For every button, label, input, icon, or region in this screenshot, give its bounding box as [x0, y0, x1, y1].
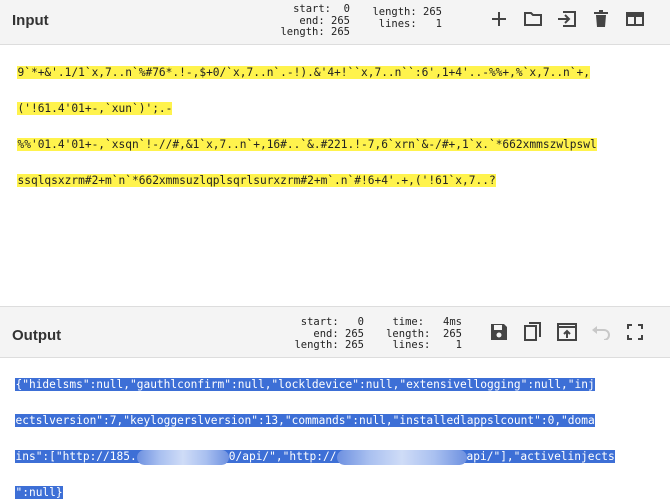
undo-button[interactable]: [584, 317, 618, 347]
input-length-value: 265: [423, 6, 442, 18]
input-line-3: %%'01.4'01+-,`xsqn`!-//#,&1`x,7..n`+,16#…: [17, 138, 597, 151]
import-file-icon: [558, 11, 576, 27]
input-start-label: start:: [293, 3, 332, 15]
input-lines-label: lines:: [378, 17, 417, 30]
open-file-button[interactable]: [550, 4, 584, 34]
input-sel-length-label: length:: [280, 26, 325, 38]
output-start-value: 0: [357, 316, 364, 328]
output-stats-right: time: 4ms length: 265 lines: 1: [382, 316, 462, 352]
redacted-domain-blur: [336, 449, 467, 465]
input-line-2: ('!61.4'01+-,`xun`)';.-: [17, 102, 173, 115]
input-textarea[interactable]: 9`*+&'.1/1`x,7..n`%#76*.!-,$+0/`x,7..n`.…: [0, 46, 670, 190]
open-folder-button[interactable]: [516, 4, 550, 34]
output-time-label: time:: [392, 316, 425, 328]
input-start-value: 0: [343, 3, 350, 15]
output-length2-value: 265: [443, 327, 462, 340]
output-end-value: 265: [345, 327, 364, 340]
output-length-value: 265: [345, 339, 364, 351]
input-end-value: 265: [331, 14, 350, 27]
output-lines-value: 1: [455, 339, 462, 351]
input-line-1: 9`*+&'.1/1`x,7..n`%#76*.!-,$+0/`x,7..n`.…: [17, 66, 590, 79]
copy-output-button[interactable]: [516, 317, 550, 347]
output-toolbar: [482, 317, 652, 347]
input-line-4: ssqlqsxzrm#2+m`n`*662xmmsuzlqplsqrlsurxz…: [17, 174, 496, 187]
input-stats-left: start: 0 end: 265 length: 265: [278, 3, 350, 39]
output-line-4: ":null}: [15, 486, 63, 499]
output-time-value: 4ms: [443, 316, 462, 328]
layout-icon: [626, 12, 644, 26]
output-lines-label: lines:: [392, 339, 431, 351]
input-toolbar: [482, 4, 652, 34]
input-lines-value: 1: [435, 17, 442, 30]
save-icon: [491, 324, 507, 340]
output-textarea[interactable]: {"hidelsms":null,"gauthlconfirm":null,"l…: [0, 358, 670, 502]
trash-icon: [594, 10, 608, 27]
input-panel-header: Input start: 0 end: 265 length: 265 leng…: [0, 0, 670, 45]
output-end-label: end:: [313, 327, 339, 340]
maximize-output-button[interactable]: [618, 317, 652, 347]
plus-icon: [492, 12, 506, 26]
output-panel-header: Output start: 0 end: 265 length: 265 tim…: [0, 306, 670, 358]
input-end-label: end:: [299, 14, 325, 27]
input-length-label: length:: [372, 6, 417, 18]
output-line-2: ectslversion":7,"keyloggerslversion":13,…: [15, 414, 595, 427]
reset-layout-button[interactable]: [618, 4, 652, 34]
output-length-label: length:: [294, 339, 339, 351]
maximize-icon: [627, 324, 643, 340]
undo-icon: [592, 326, 610, 340]
add-input-tab-button[interactable]: [482, 4, 516, 34]
redacted-ip-blur: [136, 449, 229, 465]
input-sel-length-value: 265: [331, 26, 350, 38]
output-line-1: {"hidelsms":null,"gauthlconfirm":null,"l…: [15, 378, 595, 391]
output-stats-left: start: 0 end: 265 length: 265: [278, 316, 364, 352]
replace-input-icon: [557, 323, 577, 341]
output-line-3-part-a: ins":["http://185.: [15, 450, 137, 463]
input-title: Input: [12, 12, 49, 29]
output-line-3: ins":["http://185. 0/api/","http:// api/"]…: [15, 449, 615, 465]
copy-icon: [524, 322, 541, 341]
clear-input-button[interactable]: [584, 4, 618, 34]
output-start-label: start:: [300, 316, 339, 328]
replace-input-button[interactable]: [550, 317, 584, 347]
folder-icon: [524, 12, 542, 26]
output-line-3-part-c: api/"],"activelinjects: [466, 450, 615, 463]
save-output-button[interactable]: [482, 317, 516, 347]
output-line-3-part-b: 0/api/","http://: [228, 450, 337, 463]
output-title: Output: [12, 327, 62, 344]
input-stats-right: length: 265 lines: 1: [368, 6, 442, 30]
output-length2-label: length:: [386, 327, 431, 340]
